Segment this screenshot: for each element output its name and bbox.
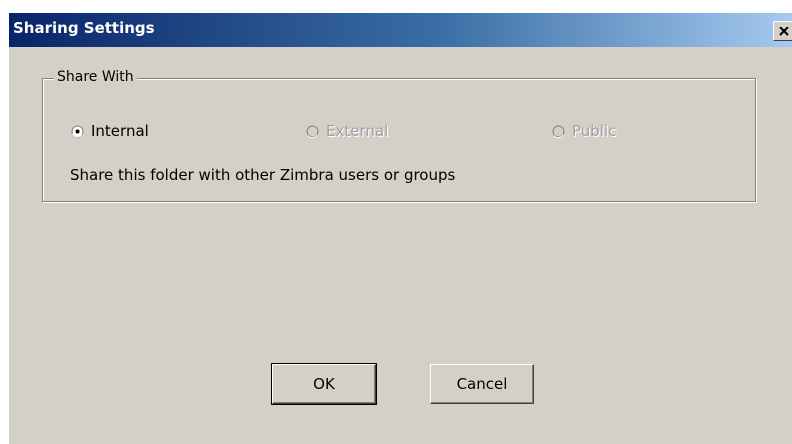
cancel-button[interactable]: Cancel — [430, 364, 534, 404]
title-bar: Sharing Settings — [9, 13, 792, 47]
share-description: Share this folder with other Zimbra user… — [70, 166, 456, 184]
radio-public-label: Public — [572, 122, 617, 140]
radio-external[interactable]: External — [306, 120, 388, 142]
close-button[interactable] — [773, 21, 792, 41]
share-with-legend: Share With — [54, 67, 137, 87]
radio-public[interactable]: Public — [552, 120, 616, 142]
close-icon — [779, 26, 789, 36]
radio-internal[interactable]: Internal — [71, 120, 149, 142]
radio-selected-icon — [71, 125, 84, 137]
radio-unselected-icon — [552, 125, 565, 138]
dialog-title: Sharing Settings — [13, 19, 155, 37]
radio-internal-label: Internal — [91, 122, 149, 140]
radio-unselected-icon — [306, 125, 319, 138]
ok-button[interactable]: OK — [271, 363, 377, 405]
radio-external-label: External — [326, 122, 389, 140]
